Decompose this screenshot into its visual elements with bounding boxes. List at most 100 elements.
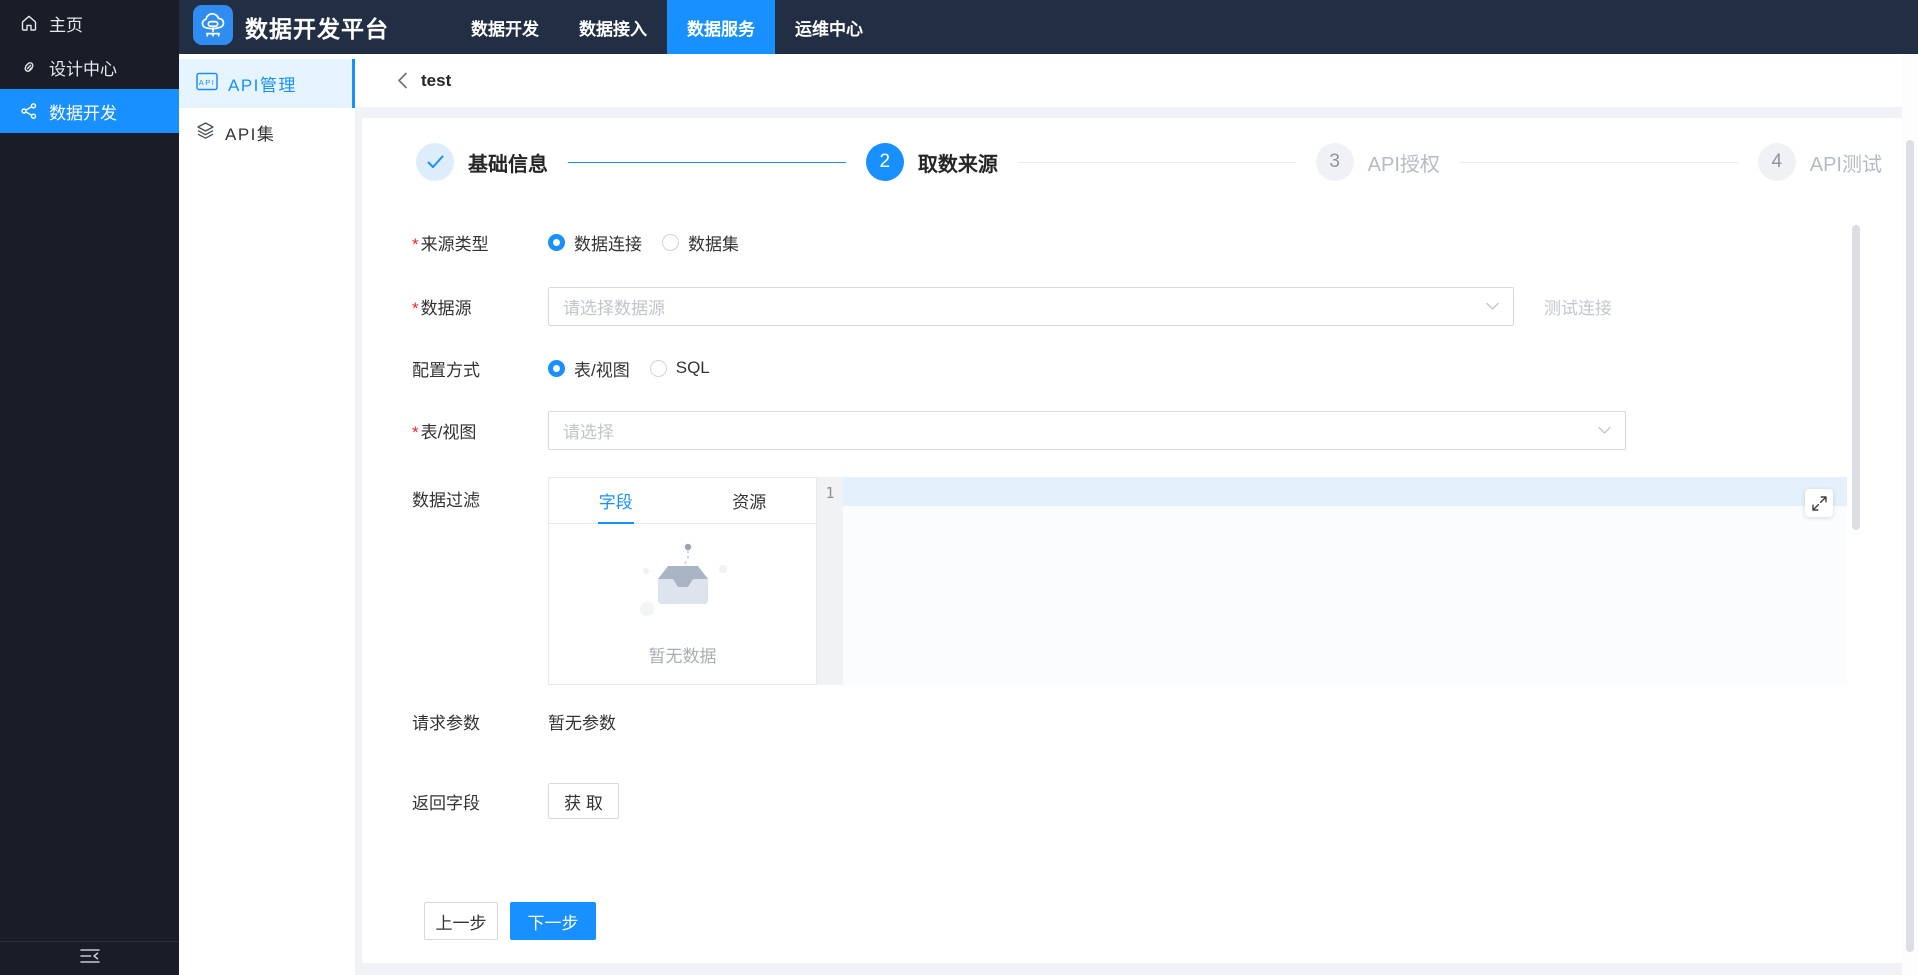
top-tab-data-service[interactable]: 数据服务 [667, 0, 775, 54]
chevron-down-icon [1486, 298, 1499, 316]
step-number: 4 [1758, 143, 1796, 181]
radio-sql[interactable]: SQL [650, 358, 710, 378]
global-sidebar: 主页 设计中心 数据开发 [0, 0, 179, 975]
step-connector [1018, 162, 1296, 163]
fetch-button[interactable]: 获 取 [548, 783, 619, 819]
datasource-select[interactable]: 请选择数据源 [548, 287, 1514, 326]
sidebar-item-home[interactable]: 主页 [0, 1, 179, 45]
footer-actions: 上一步 下一步 [424, 902, 1882, 940]
radio-unchecked-icon [662, 234, 679, 251]
chevron-down-icon [1598, 422, 1611, 440]
radio-table-view[interactable]: 表/视图 [548, 356, 630, 381]
config-mode-label: 配置方式 [412, 356, 548, 381]
source-type-radio-group: 数据连接 数据集 [548, 230, 759, 255]
step-basic-info[interactable]: 基础信息 [416, 143, 548, 181]
step-connector [1460, 162, 1738, 163]
form-row-return-fields: 返回字段 获 取 [412, 783, 1882, 819]
tab-label: 资源 [732, 488, 766, 513]
submenu-item-api-set[interactable]: API集 [179, 108, 355, 157]
step-data-source[interactable]: 2 取数来源 [866, 143, 998, 181]
required-mark: * [412, 235, 419, 254]
radio-unchecked-icon [650, 360, 667, 377]
sidebar-item-data-development[interactable]: 数据开发 [0, 89, 179, 133]
required-mark: * [412, 299, 419, 318]
step-label: 基础信息 [468, 148, 548, 177]
editor-gutter: 1 [817, 477, 843, 685]
secondary-sidebar: API API管理 API集 [179, 54, 355, 975]
test-connection-link[interactable]: 测试连接 [1544, 294, 1612, 319]
config-mode-radio-group: 表/视图 SQL [548, 356, 730, 381]
sidebar-item-label: 数据开发 [49, 99, 117, 124]
data-filter-label: 数据过滤 [412, 486, 548, 511]
top-tab-label: 数据开发 [471, 15, 539, 40]
form-row-request-params: 请求参数 暂无参数 [412, 709, 1882, 733]
editor-active-line [843, 477, 1847, 506]
app-logo-icon [193, 5, 233, 50]
top-header: 数据开发平台 数据开发 数据接入 数据服务 运维中心 [179, 0, 1918, 54]
api-icon: API [196, 72, 218, 96]
stepper: 基础信息 2 取数来源 3 API授权 4 API测试 [416, 142, 1882, 182]
form-row-data-filter: 数据过滤 字段 资源 [412, 477, 1882, 685]
empty-text: 暂无数据 [649, 642, 717, 667]
form-row-source-type: *来源类型 数据连接 数据集 [412, 230, 1882, 254]
sidebar-item-label: 设计中心 [49, 55, 117, 80]
sidebar-item-design-center[interactable]: 设计中心 [0, 45, 179, 89]
tab-fields[interactable]: 字段 [549, 478, 683, 523]
global-sidebar-nav: 主页 设计中心 数据开发 [0, 0, 179, 133]
empty-state: 暂无数据 [549, 524, 816, 684]
step-api-test[interactable]: 4 API测试 [1758, 143, 1882, 181]
submenu-item-api-management[interactable]: API API管理 [179, 59, 355, 108]
breadcrumb-title: test [421, 71, 451, 91]
home-icon [20, 14, 38, 32]
radio-dataset[interactable]: 数据集 [662, 230, 739, 255]
radio-label: SQL [676, 358, 710, 378]
radio-label: 数据连接 [574, 230, 642, 255]
top-tab-data-ingestion[interactable]: 数据接入 [559, 0, 667, 54]
step-check-icon [416, 143, 454, 181]
main-card: 基础信息 2 取数来源 3 API授权 4 API测试 *来源类型 数据连接 数 [362, 118, 1902, 963]
filter-left-panel: 字段 资源 [548, 477, 817, 685]
form-row-config-mode: 配置方式 表/视图 SQL [412, 356, 1882, 380]
step-api-auth[interactable]: 3 API授权 [1316, 143, 1440, 181]
step-number: 3 [1316, 143, 1354, 181]
code-editor[interactable]: 1 [817, 477, 1847, 685]
form-row-datasource: *数据源 请选择数据源 测试连接 [412, 287, 1882, 326]
table-view-label: *表/视图 [412, 418, 548, 443]
svg-text:API: API [199, 77, 216, 86]
link-icon [20, 58, 38, 76]
required-mark: * [412, 423, 419, 442]
radio-data-connection[interactable]: 数据连接 [548, 230, 642, 255]
sidebar-item-label: 主页 [49, 11, 83, 36]
request-params-label: 请求参数 [412, 709, 548, 734]
step-label: API授权 [1368, 148, 1440, 177]
sidebar-footer [0, 941, 179, 975]
layers-icon [196, 121, 215, 145]
table-view-placeholder: 请选择 [563, 418, 614, 443]
editor-body[interactable] [843, 477, 1847, 685]
tab-resources[interactable]: 资源 [683, 478, 817, 523]
top-tab-label: 数据接入 [579, 15, 647, 40]
top-tab-label: 运维中心 [795, 15, 863, 40]
expand-icon[interactable] [1805, 489, 1833, 517]
menu-fold-icon[interactable] [80, 948, 100, 969]
card-scrollbar-thumb[interactable] [1852, 225, 1860, 530]
line-number: 1 [825, 484, 834, 502]
form-row-table-view: *表/视图 请选择 [412, 411, 1882, 450]
step-label: 取数来源 [918, 148, 998, 177]
table-view-select[interactable]: 请选择 [548, 411, 1626, 450]
page-scrollbar-thumb[interactable] [1906, 140, 1914, 952]
top-tab-ops-center[interactable]: 运维中心 [775, 0, 883, 54]
data-filter-panel: 字段 资源 [548, 477, 1847, 685]
prev-step-button[interactable]: 上一步 [424, 902, 498, 940]
back-chevron-icon[interactable] [397, 72, 408, 89]
top-tab-label: 数据服务 [687, 15, 755, 40]
radio-label: 数据集 [688, 230, 739, 255]
radio-checked-icon [548, 234, 565, 251]
page-scrollbar[interactable] [1902, 54, 1918, 975]
datasource-placeholder: 请选择数据源 [563, 294, 665, 319]
next-step-button[interactable]: 下一步 [510, 902, 596, 940]
app-title: 数据开发平台 [245, 10, 389, 44]
datasource-label: *数据源 [412, 294, 548, 319]
top-nav: 数据开发 数据接入 数据服务 运维中心 [451, 0, 883, 54]
top-tab-data-development[interactable]: 数据开发 [451, 0, 559, 54]
